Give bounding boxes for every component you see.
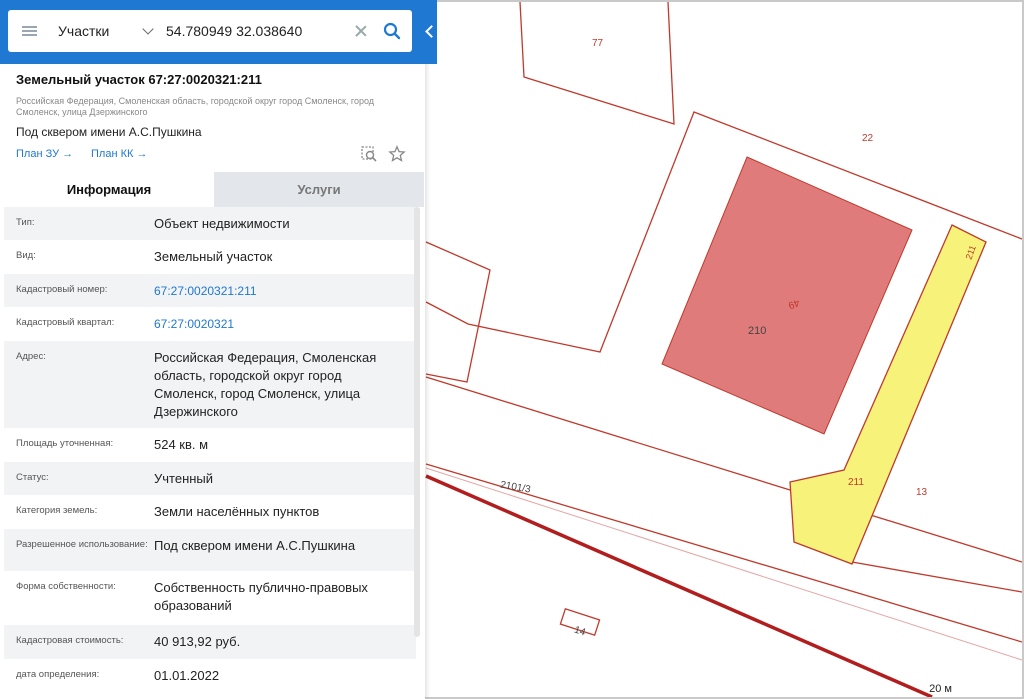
street-line-pink [425,467,1022,661]
chevron-left-icon [425,24,438,38]
info-row-value: Земельный участок [154,249,273,264]
map-label-211-mid: 211 [848,477,864,488]
info-panel: Участки 54.780949 32.038640 Земельный уч… [0,0,438,699]
search-input[interactable]: 54.780949 32.038640 [166,23,352,39]
layer-select[interactable]: Участки [50,23,158,39]
info-row-value: Российская Федерация, Смоленская область… [154,350,377,419]
info-row-label: Площадь уточненная: [16,438,114,449]
info-row-value: Учтенный [154,471,214,486]
search-icon[interactable] [378,17,406,45]
star-icon[interactable] [388,145,406,163]
street-line-1 [425,376,1022,563]
info-row-label: Кадастровый номер: [16,284,108,295]
layer-select-value: Участки [58,23,110,39]
info-row: Статус: Учтенный [4,462,416,495]
info-row-label: Кадастровый квартал: [16,317,115,328]
info-table: Тип: Объект недвижимости Вид: Земельный уч… [4,207,416,693]
collapse-panel-button[interactable] [424,16,438,46]
chevron-down-icon [142,23,154,35]
info-row-label: дата определения: [16,669,100,680]
scale-label: 20 м [929,683,952,695]
info-row: Тип: Объект недвижимости [4,207,416,240]
info-row-label: Кадастровая стоимость: [16,635,124,646]
tab-services[interactable]: Услуги [214,172,424,207]
parcel-77-outline [519,2,675,125]
clear-icon[interactable] [352,22,370,40]
info-row-value: 524 кв. м [154,437,209,452]
info-row-label: Категория земель: [16,505,98,516]
info-row: Кадастровый квартал: 67:27:0020321 [4,307,416,341]
info-row-label: Адрес: [16,351,46,362]
info-row-value: Собственность публично-правовых образова… [154,580,368,613]
info-row: Разрешенное использование: Под сквером им… [4,529,416,571]
info-row: Категория земель: Земли населённых пункто… [4,495,416,529]
info-row-value: 40 913,92 руб. [154,634,241,649]
info-row-value: 01.01.2022 [154,668,220,683]
search-box: Участки 54.780949 32.038640 [8,10,412,52]
info-row-label: Форма собственности: [16,581,116,592]
info-row: Кадастровый номер: 67:27:0020321:211 [4,274,416,307]
cadastral-number-link[interactable]: 67:27:0020321:211 [154,282,406,299]
map-label-77: 77 [592,38,604,49]
parcel-address: Российская Федерация, Смоленская область… [16,96,375,117]
panel-scrollbar[interactable] [414,207,420,637]
info-row-label: Разрешенное использование: [16,539,148,550]
info-row: Адрес: Российская Федерация, Смоленская о… [4,341,416,428]
cadastral-quarter-link[interactable]: 67:27:0020321 [154,315,406,333]
map-label-210: 210 [748,325,767,337]
info-row: дата определения: 01.01.2022 [4,659,416,693]
find-on-map-icon[interactable] [360,145,378,163]
map-label-22: 22 [862,133,874,144]
map-label-13: 13 [916,487,928,498]
info-row: Площадь уточненная: 524 кв. м [4,428,416,462]
info-row-value: Объект недвижимости [154,216,290,231]
parcel-description: Под сквером имени А.С.Пушкина [16,125,202,139]
map-scale: 20 м [929,683,952,695]
info-row: Вид: Земельный участок [4,240,416,274]
menu-icon[interactable] [8,10,50,52]
info-row-label: Статус: [16,472,49,483]
plan-zu-link[interactable]: План ЗУ → [16,148,73,160]
info-row: Форма собственности: Собственность публич… [4,571,416,625]
info-row-label: Вид: [16,250,36,261]
parcel-210 [661,156,913,435]
info-row-value: Под сквером имени А.С.Пушкина [154,538,356,553]
info-row-value: Земли населённых пунктов [154,504,320,519]
plan-kk-link[interactable]: План КК → [91,148,147,160]
street-line-3 [851,561,1022,593]
tab-info[interactable]: Информация [4,172,214,207]
search-bar: Участки 54.780949 32.038640 [0,0,438,64]
info-row-label: Тип: [16,217,35,228]
parcel-small-outline [425,241,491,383]
panel-tabs: Информация Услуги [4,172,424,207]
parcel-title: Земельный участок 67:27:0020321:211 [16,72,262,87]
info-row: Кадастровая стоимость: 40 913,92 руб. [4,625,416,659]
